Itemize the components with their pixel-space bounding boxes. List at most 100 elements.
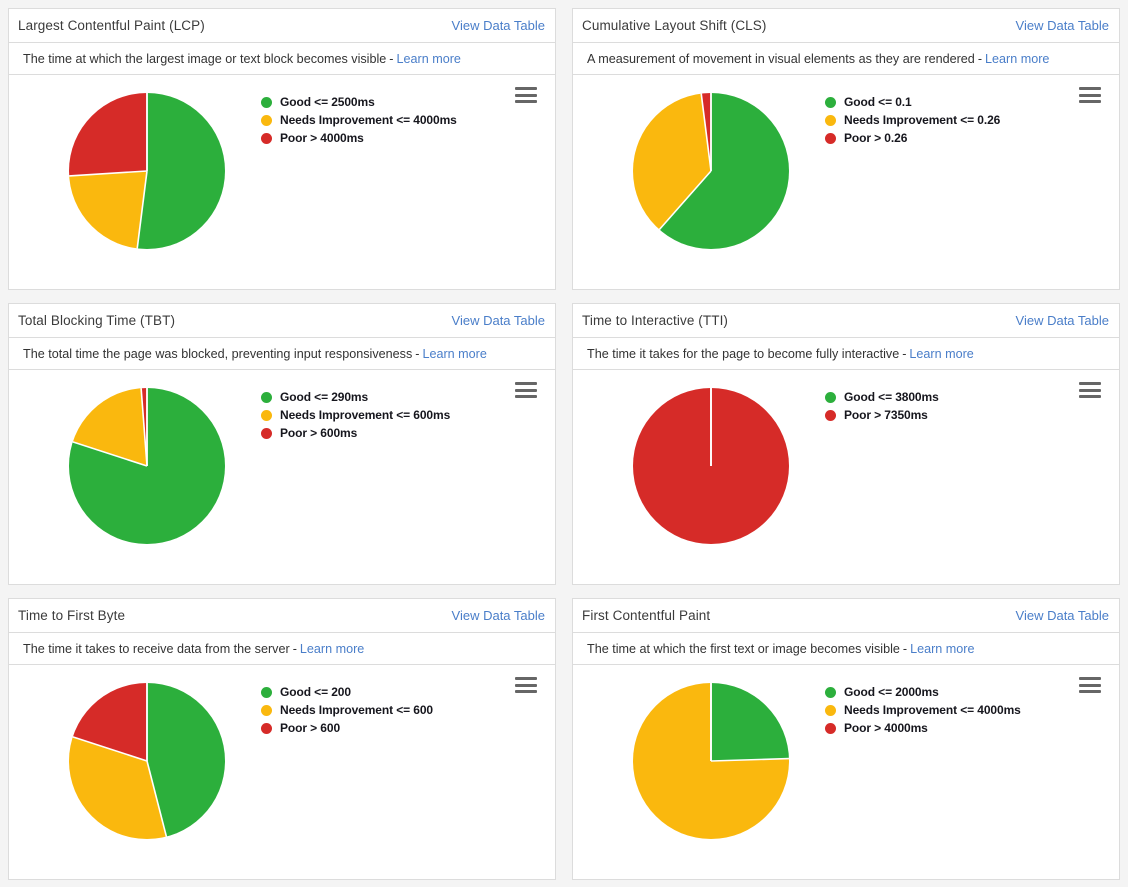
view-data-table-link[interactable]: View Data Table [452, 608, 545, 623]
learn-more-link[interactable]: Learn more [300, 642, 364, 656]
view-data-table-link[interactable]: View Data Table [1016, 18, 1109, 33]
card-description: The time at which the largest image or t… [9, 43, 555, 75]
legend-item-label: Good <= 2500ms [280, 95, 375, 109]
chart-legend: Good <= 3800ms Poor > 7350ms [825, 388, 939, 424]
metric-card-ttfb: Time to First Byte View Data Table The tim… [8, 598, 556, 880]
card-title: Largest Contentful Paint (LCP) [18, 18, 205, 33]
hamburger-menu-icon[interactable] [515, 382, 537, 398]
legend-item[interactable]: Poor > 4000ms [261, 129, 457, 147]
card-body: Good <= 2500ms Needs Improvement <= 4000m… [9, 75, 555, 289]
legend-color-dot-icon [825, 115, 836, 126]
pie-slices [69, 683, 225, 839]
legend-item[interactable]: Good <= 290ms [261, 388, 450, 406]
legend-color-dot-icon [261, 392, 272, 403]
legend-color-dot-icon [261, 133, 272, 144]
hamburger-menu-icon[interactable] [1079, 382, 1101, 398]
pie-chart-lcp [69, 93, 225, 249]
description-separator: - [978, 52, 982, 66]
description-separator: - [293, 642, 297, 656]
card-title: Time to Interactive (TTI) [582, 313, 728, 328]
card-body: Good <= 2000ms Needs Improvement <= 4000m… [573, 665, 1119, 879]
card-title: First Contentful Paint [582, 608, 710, 623]
card-description: The time it takes to receive data from t… [9, 633, 555, 665]
pie-slices [69, 388, 225, 544]
legend-item[interactable]: Good <= 3800ms [825, 388, 939, 406]
card-header: Total Blocking Time (TBT) View Data Table [9, 304, 555, 338]
card-header: Cumulative Layout Shift (CLS)View Data T… [573, 9, 1119, 43]
legend-item[interactable]: Poor > 600ms [261, 424, 450, 442]
legend-item[interactable]: Good <= 0.1 [825, 93, 1000, 111]
legend-item[interactable]: Needs Improvement <= 4000ms [261, 111, 457, 129]
legend-item-label: Poor > 7350ms [844, 408, 928, 422]
legend-item-label: Good <= 3800ms [844, 390, 939, 404]
metric-card-lcp: Largest Contentful Paint (LCP) View Data … [8, 8, 556, 290]
legend-item[interactable]: Poor > 7350ms [825, 406, 939, 424]
learn-more-link[interactable]: Learn more [985, 52, 1049, 66]
description-separator: - [389, 52, 393, 66]
legend-item-label: Good <= 200 [280, 685, 351, 699]
legend-item-label: Needs Improvement <= 4000ms [844, 703, 1021, 717]
card-body: Good <= 0.1Needs Improvement <= 0.26Poor… [573, 75, 1119, 289]
legend-color-dot-icon [261, 115, 272, 126]
legend-color-dot-icon [261, 428, 272, 439]
legend-color-dot-icon [825, 97, 836, 108]
card-title: Time to First Byte [18, 608, 125, 623]
legend-item[interactable]: Needs Improvement <= 4000ms [825, 701, 1021, 719]
pie-slices [633, 388, 789, 544]
card-description: The time it takes for the page to become… [573, 338, 1119, 370]
pie-chart-tbt [69, 388, 225, 544]
legend-item[interactable]: Good <= 200 [261, 683, 433, 701]
card-header: Time to Interactive (TTI) View Data Table [573, 304, 1119, 338]
pie-chart-ttfb [69, 683, 225, 839]
view-data-table-link[interactable]: View Data Table [1016, 313, 1109, 328]
pie-slices [633, 93, 789, 249]
legend-color-dot-icon [825, 687, 836, 698]
pie-chart-fcp [633, 683, 789, 839]
card-body: Good <= 290ms Needs Improvement <= 600msP… [9, 370, 555, 584]
card-description: A measurement of movement in visual elem… [573, 43, 1119, 75]
legend-item[interactable]: Needs Improvement <= 600 [261, 701, 433, 719]
legend-color-dot-icon [825, 392, 836, 403]
legend-item-label: Poor > 4000ms [844, 721, 928, 735]
card-description-text: The time at which the largest image or t… [23, 52, 386, 66]
metric-card-tbt: Total Blocking Time (TBT) View Data Table… [8, 303, 556, 585]
metric-card-fcp: First Contentful PaintView Data TableThe… [572, 598, 1120, 880]
hamburger-menu-icon[interactable] [1079, 87, 1101, 103]
legend-color-dot-icon [261, 705, 272, 716]
legend-item-label: Good <= 2000ms [844, 685, 939, 699]
hamburger-menu-icon[interactable] [515, 677, 537, 693]
legend-color-dot-icon [825, 705, 836, 716]
view-data-table-link[interactable]: View Data Table [452, 18, 545, 33]
description-separator: - [415, 347, 419, 361]
learn-more-link[interactable]: Learn more [910, 642, 974, 656]
legend-item[interactable]: Poor > 4000ms [825, 719, 1021, 737]
chart-legend: Good <= 200 Needs Improvement <= 600 Poor … [261, 683, 433, 737]
legend-item[interactable]: Needs Improvement <= 600ms [261, 406, 450, 424]
card-header: Largest Contentful Paint (LCP) View Data … [9, 9, 555, 43]
view-data-table-link[interactable]: View Data Table [1016, 608, 1109, 623]
view-data-table-link[interactable]: View Data Table [452, 313, 545, 328]
card-description-text: The total time the page was blocked, pre… [23, 347, 412, 361]
learn-more-link[interactable]: Learn more [909, 347, 973, 361]
legend-item-label: Good <= 290ms [280, 390, 368, 404]
learn-more-link[interactable]: Learn more [422, 347, 486, 361]
legend-item[interactable]: Poor > 0.26 [825, 129, 1000, 147]
chart-legend: Good <= 2500ms Needs Improvement <= 4000m… [261, 93, 457, 147]
pie-chart-tti [633, 388, 789, 544]
pie-slices [633, 683, 789, 839]
legend-color-dot-icon [261, 97, 272, 108]
legend-color-dot-icon [261, 410, 272, 421]
legend-item-label: Poor > 600 [280, 721, 340, 735]
pie-chart-cls [633, 93, 789, 249]
legend-item[interactable]: Poor > 600 [261, 719, 433, 737]
legend-item[interactable]: Needs Improvement <= 0.26 [825, 111, 1000, 129]
hamburger-menu-icon[interactable] [515, 87, 537, 103]
metrics-card-grid: Largest Contentful Paint (LCP) View Data … [0, 0, 1128, 880]
card-header: Time to First Byte View Data Table [9, 599, 555, 633]
card-title: Total Blocking Time (TBT) [18, 313, 175, 328]
legend-item[interactable]: Good <= 2000ms [825, 683, 1021, 701]
description-separator: - [902, 347, 906, 361]
legend-item[interactable]: Good <= 2500ms [261, 93, 457, 111]
learn-more-link[interactable]: Learn more [397, 52, 461, 66]
hamburger-menu-icon[interactable] [1079, 677, 1101, 693]
